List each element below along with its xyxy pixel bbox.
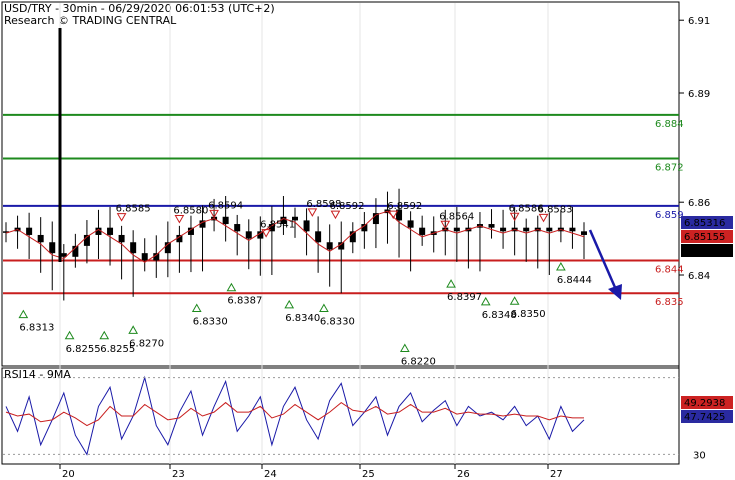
level-label: 6.859 bbox=[655, 210, 684, 221]
price-tick-label: 6.91 bbox=[688, 16, 710, 27]
chart-credit: Research © TRADING CENTRAL bbox=[4, 14, 177, 27]
candle-body bbox=[118, 234, 125, 243]
high-label: 6.8583 bbox=[538, 204, 573, 215]
candle-body bbox=[581, 231, 587, 235]
rsi-tag-label: 47.7425 bbox=[684, 412, 725, 423]
low-label: 6.8313 bbox=[19, 323, 54, 334]
low-label: 6.8330 bbox=[193, 316, 228, 327]
time-tick-label: 20 bbox=[62, 469, 75, 480]
candle-body bbox=[315, 231, 322, 243]
candle-body bbox=[546, 227, 553, 232]
level-label: 6.872 bbox=[655, 163, 684, 174]
time-tick-label: 23 bbox=[172, 469, 185, 480]
time-tick-label: 25 bbox=[362, 469, 375, 480]
time-tick-label: 27 bbox=[550, 469, 563, 480]
level-label: 6.835 bbox=[655, 297, 684, 308]
low-label: 6.8330 bbox=[320, 316, 355, 327]
high-label: 6.8594 bbox=[208, 200, 243, 211]
high-label: 6.8580 bbox=[173, 205, 208, 216]
candle-body bbox=[303, 220, 310, 232]
time-axis[interactable]: 20 23 24 25 26 27 bbox=[59, 464, 563, 480]
price-tick-label: 6.89 bbox=[688, 89, 710, 100]
rsi-panel bbox=[1, 367, 680, 465]
candle-body bbox=[49, 242, 56, 254]
low-label: 6.8444 bbox=[557, 275, 592, 286]
price-panel bbox=[1, 1, 680, 367]
candle-body bbox=[107, 227, 114, 235]
time-tick-label: 24 bbox=[264, 469, 277, 480]
level-label: 6.844 bbox=[655, 264, 684, 275]
candle-body bbox=[222, 216, 229, 225]
candle-body bbox=[130, 242, 137, 254]
candle-body bbox=[569, 227, 576, 232]
rsi-tag-label: 49.2938 bbox=[684, 398, 725, 409]
low-label: 6.8350 bbox=[511, 309, 546, 320]
price-tags: 6.85316 6.85155 6.85117 bbox=[681, 216, 733, 257]
high-label: 6.8585 bbox=[116, 204, 151, 215]
price-tag-label: 6.85316 bbox=[684, 218, 725, 229]
rsi-tick-label: 30 bbox=[693, 450, 706, 461]
high-label: 6.8592 bbox=[329, 201, 364, 212]
high-label: 6.8592 bbox=[387, 201, 422, 212]
time-tick-label: 26 bbox=[457, 469, 470, 480]
candle-body bbox=[500, 227, 507, 232]
chart-canvas: USD/TRY - 30min - 06/29/2020 06:01:53 (U… bbox=[1, 1, 733, 480]
price-tag-label: 6.85117 bbox=[684, 246, 725, 257]
low-label: 6.8387 bbox=[227, 296, 262, 307]
low-label: 6.8397 bbox=[447, 292, 482, 303]
candle-body bbox=[453, 227, 460, 232]
candle-body bbox=[407, 220, 414, 228]
rsi-title: RSI14 - 9MA bbox=[4, 368, 71, 381]
candle-body bbox=[245, 231, 252, 239]
low-label: 6.8270 bbox=[129, 338, 164, 349]
level-label: 6.884 bbox=[655, 119, 684, 130]
candle-body bbox=[37, 234, 44, 243]
price-tick-label: 6.84 bbox=[688, 271, 710, 282]
candle-body bbox=[234, 224, 241, 232]
candle-body bbox=[488, 224, 495, 228]
high-label: 6.8541 bbox=[260, 220, 295, 231]
candle-body bbox=[326, 242, 333, 250]
candle-body bbox=[141, 253, 148, 261]
candle-body bbox=[26, 227, 33, 235]
low-label: 6.8220 bbox=[401, 357, 436, 368]
price-tag-label: 6.85155 bbox=[684, 232, 725, 243]
candle-body bbox=[523, 227, 530, 232]
low-label: 6.8340 bbox=[285, 313, 320, 324]
low-label: 6.8255 bbox=[66, 344, 101, 355]
candle-body bbox=[419, 227, 426, 235]
price-tick-label: 6.86 bbox=[688, 198, 710, 209]
high-label: 6.8564 bbox=[439, 211, 474, 222]
